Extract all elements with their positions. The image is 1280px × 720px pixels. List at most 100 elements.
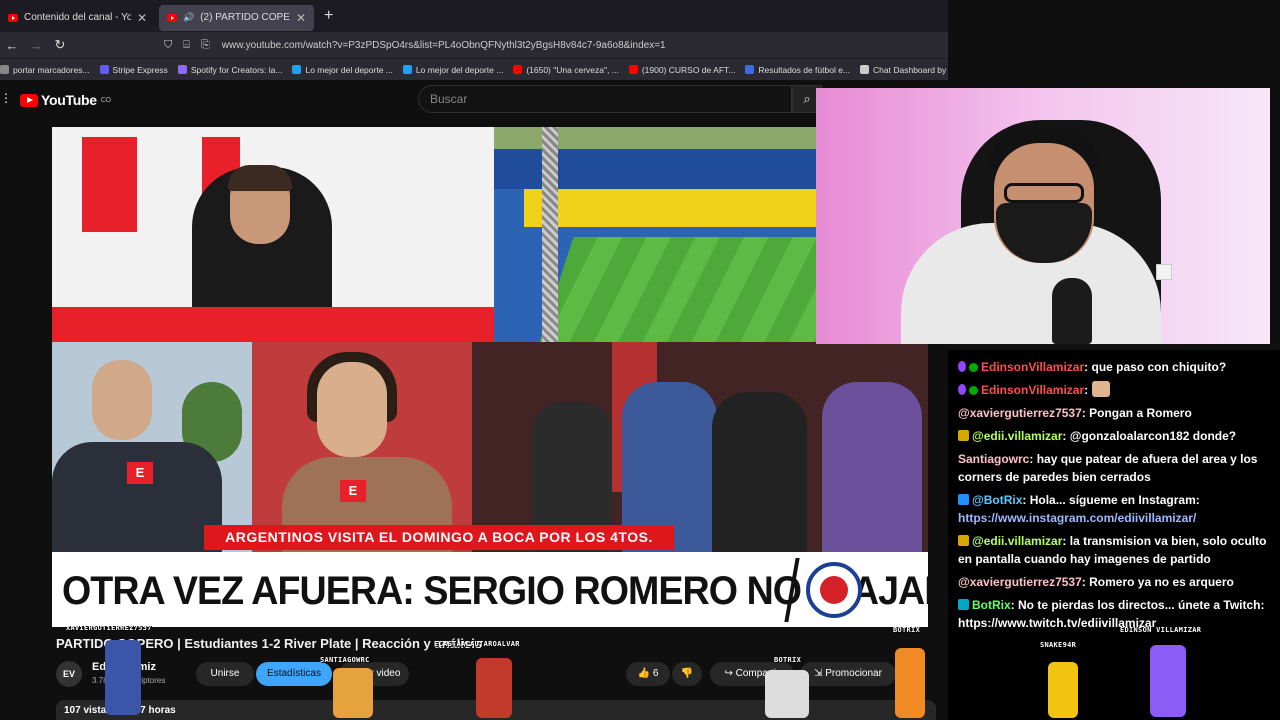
- sprite-label: EDINSON VILLAMIZAR: [1120, 626, 1202, 634]
- sprite-label: ECASTAALAUTAROALVAR: [434, 640, 520, 648]
- bookmark-item[interactable]: portar marcadores...: [0, 65, 90, 75]
- bookmark-item[interactable]: Spotify for Creators: la...: [177, 64, 283, 75]
- youtube-favicon-icon: [167, 13, 177, 22]
- sprite-label: BOTRIX: [893, 626, 921, 634]
- sprite-character: [105, 640, 141, 715]
- thumbs-down-icon: 👎: [680, 668, 694, 679]
- bookmark-item[interactable]: Lo mejor del deporte ...: [292, 64, 393, 75]
- bookmark-favicon-icon: [292, 65, 302, 74]
- chat-message: @BotRix: Hola... sígueme en Instagram:: [958, 491, 1268, 509]
- chat-text: : @gonzaloalarcon182 donde?: [1062, 429, 1237, 443]
- bookmark-item[interactable]: Resultados de fútbol e...: [745, 65, 850, 75]
- emote-icon: [1091, 381, 1110, 397]
- chat-message: BotRix: No te pierdas los directos... ún…: [958, 596, 1268, 632]
- mic-flag-logo: E: [127, 462, 153, 484]
- address-bar[interactable]: ⛉ ⌸ ⎘ www.youtube.com/watch?v=P3zPDSpO4r…: [164, 39, 666, 52]
- close-icon[interactable]: ✕: [137, 11, 147, 25]
- shield-icon: ⛉ ⌸ ⎘: [164, 38, 214, 51]
- speaker-icon[interactable]: 🔊: [183, 12, 194, 23]
- tab-contenido-canal[interactable]: Contenido del canal - YouTube ✕: [0, 5, 155, 31]
- chat-username[interactable]: @edii.villamizar: [972, 534, 1062, 548]
- chat-username[interactable]: @xaviergutierrez7537: [958, 575, 1082, 589]
- stream-chat: EdinsonVillamizar: que paso con chiquito…: [948, 350, 1280, 720]
- bookmark-label: Lo mejor del deporte ...: [305, 64, 393, 75]
- video-banner: ARGENTINOS VISITA EL DOMINGO A BOCA POR …: [204, 525, 674, 550]
- video-player[interactable]: E E ARGENTINOS VISITA EL DOMINGO A BOCA …: [52, 127, 928, 627]
- browser-nav-bar: ← → ↻ ⛉ ⌸ ⎘ www.youtube.com/watch?v=P3zP…: [0, 32, 948, 58]
- chat-username[interactable]: BotRix: [972, 598, 1011, 612]
- thumbs-up-icon: 👍: [637, 668, 651, 679]
- sprite-character: [1048, 662, 1078, 718]
- search-input[interactable]: Buscar: [418, 85, 792, 113]
- chat-text: : Hola... sígueme en Instagram:: [1022, 493, 1200, 507]
- sprite-label: SNAKE94R: [1040, 641, 1077, 649]
- bookmark-label: Chat Dashboard by C...: [873, 64, 948, 75]
- sprite-character: [895, 648, 925, 718]
- bookmark-favicon-icon: [628, 65, 638, 74]
- join-button[interactable]: Unirse: [196, 662, 254, 686]
- promote-label: Promocionar: [825, 668, 882, 679]
- chat-username[interactable]: @BotRix: [972, 493, 1022, 507]
- tab-partido-copero[interactable]: 🔊 (2) PARTIDO COPERO | Estu ✕: [159, 4, 314, 31]
- promote-button[interactable]: ⇲ Promocionar: [800, 662, 896, 686]
- sprite-character: [1150, 645, 1186, 717]
- sprite-label: BOTRIX: [774, 656, 802, 664]
- like-button[interactable]: 👍 6: [626, 662, 670, 686]
- bookmark-favicon-icon: [0, 65, 9, 74]
- screen: Contenido del canal - YouTube ✕ 🔊 (2) PA…: [0, 0, 1280, 720]
- tab-label: (2) PARTIDO COPERO | Estu: [200, 12, 290, 23]
- video-headline: OTRA VEZ AFUERA: SERGIO ROMERO NO ATAJAR…: [52, 552, 928, 627]
- bookmark-label: Stripe Express: [112, 64, 168, 75]
- bookmark-favicon-icon: [745, 65, 755, 74]
- club-crest-icon: [806, 562, 862, 618]
- chat-message: EdinsonVillamizar:: [958, 381, 1268, 399]
- bookmark-favicon-icon: [513, 65, 523, 74]
- close-icon[interactable]: ✕: [296, 11, 306, 25]
- channel-avatar[interactable]: EV: [56, 661, 82, 687]
- youtube-logo[interactable]: YouTube CO: [20, 92, 111, 108]
- chat-link[interactable]: https://www.instagram.com/ediivillamizar…: [958, 509, 1268, 527]
- chat-message: EdinsonVillamizar: que paso con chiquito…: [958, 358, 1268, 376]
- sprite-character: [476, 658, 512, 718]
- chat-text: : Pongan a Romero: [1081, 406, 1192, 420]
- chat-message: @edii.villamizar: la transmision va bien…: [958, 532, 1268, 568]
- browser-tab-bar: Contenido del canal - YouTube ✕ 🔊 (2) PA…: [0, 0, 948, 32]
- youtube-header: ⋮ YouTube CO Buscar ⌕: [0, 82, 948, 116]
- bookmark-item[interactable]: (1900) CURSO de AFT...: [628, 64, 736, 75]
- stats-button[interactable]: Estadísticas: [256, 662, 332, 686]
- webcam-overlay: [816, 88, 1270, 344]
- chat-username[interactable]: @xaviergutierrez7537: [958, 406, 1082, 420]
- forward-arrow-icon[interactable]: →: [24, 38, 48, 53]
- bookmark-item[interactable]: Chat Dashboard by C...: [860, 65, 948, 75]
- bookmark-label: Spotify for Creators: la...: [190, 64, 283, 75]
- bookmark-favicon-icon: [99, 65, 109, 74]
- new-tab-button[interactable]: +: [324, 7, 333, 25]
- reporters-scene: E E: [52, 342, 928, 552]
- dislike-button[interactable]: 👎: [672, 662, 702, 686]
- url-text: www.youtube.com/watch?v=P3zPDSpO4rs&list…: [221, 39, 666, 51]
- chat-username[interactable]: Santiagowrc: [958, 452, 1029, 466]
- bookmark-label: (1900) CURSO de AFT...: [641, 64, 736, 75]
- back-arrow-icon[interactable]: ←: [0, 38, 24, 53]
- reload-icon[interactable]: ↻: [48, 37, 72, 53]
- bookmark-item[interactable]: Stripe Express: [99, 64, 168, 75]
- bookmark-favicon-icon: [860, 65, 870, 74]
- youtube-play-icon: [20, 93, 38, 107]
- youtube-favicon-icon: [8, 13, 18, 22]
- promote-icon: ⇲: [814, 668, 823, 679]
- bookmarks-bar: portar marcadores... Stripe Express Spotif…: [0, 58, 948, 80]
- chat-text: :: [1084, 383, 1089, 397]
- sprite-label: XAVIERGUTIERREZ7537: [66, 624, 152, 632]
- youtube-wordmark: YouTube: [41, 92, 97, 108]
- studio-scene: [52, 127, 494, 342]
- chat-username[interactable]: EdinsonVillamizar: [981, 360, 1084, 374]
- chat-username[interactable]: @edii.villamizar: [972, 429, 1062, 443]
- chat-message: @xaviergutierrez7537: Romero ya no es ar…: [958, 573, 1268, 591]
- bookmark-item[interactable]: Lo mejor del deporte ...: [402, 64, 504, 75]
- menu-icon[interactable]: ⋮: [0, 91, 12, 105]
- like-count: 6: [652, 668, 659, 679]
- bookmark-label: Lo mejor del deporte ...: [415, 64, 504, 75]
- bookmark-item[interactable]: (1650) "Una cerveza", ...: [513, 65, 619, 75]
- bookmark-favicon-icon: [177, 65, 187, 74]
- chat-username[interactable]: EdinsonVillamizar: [981, 383, 1084, 397]
